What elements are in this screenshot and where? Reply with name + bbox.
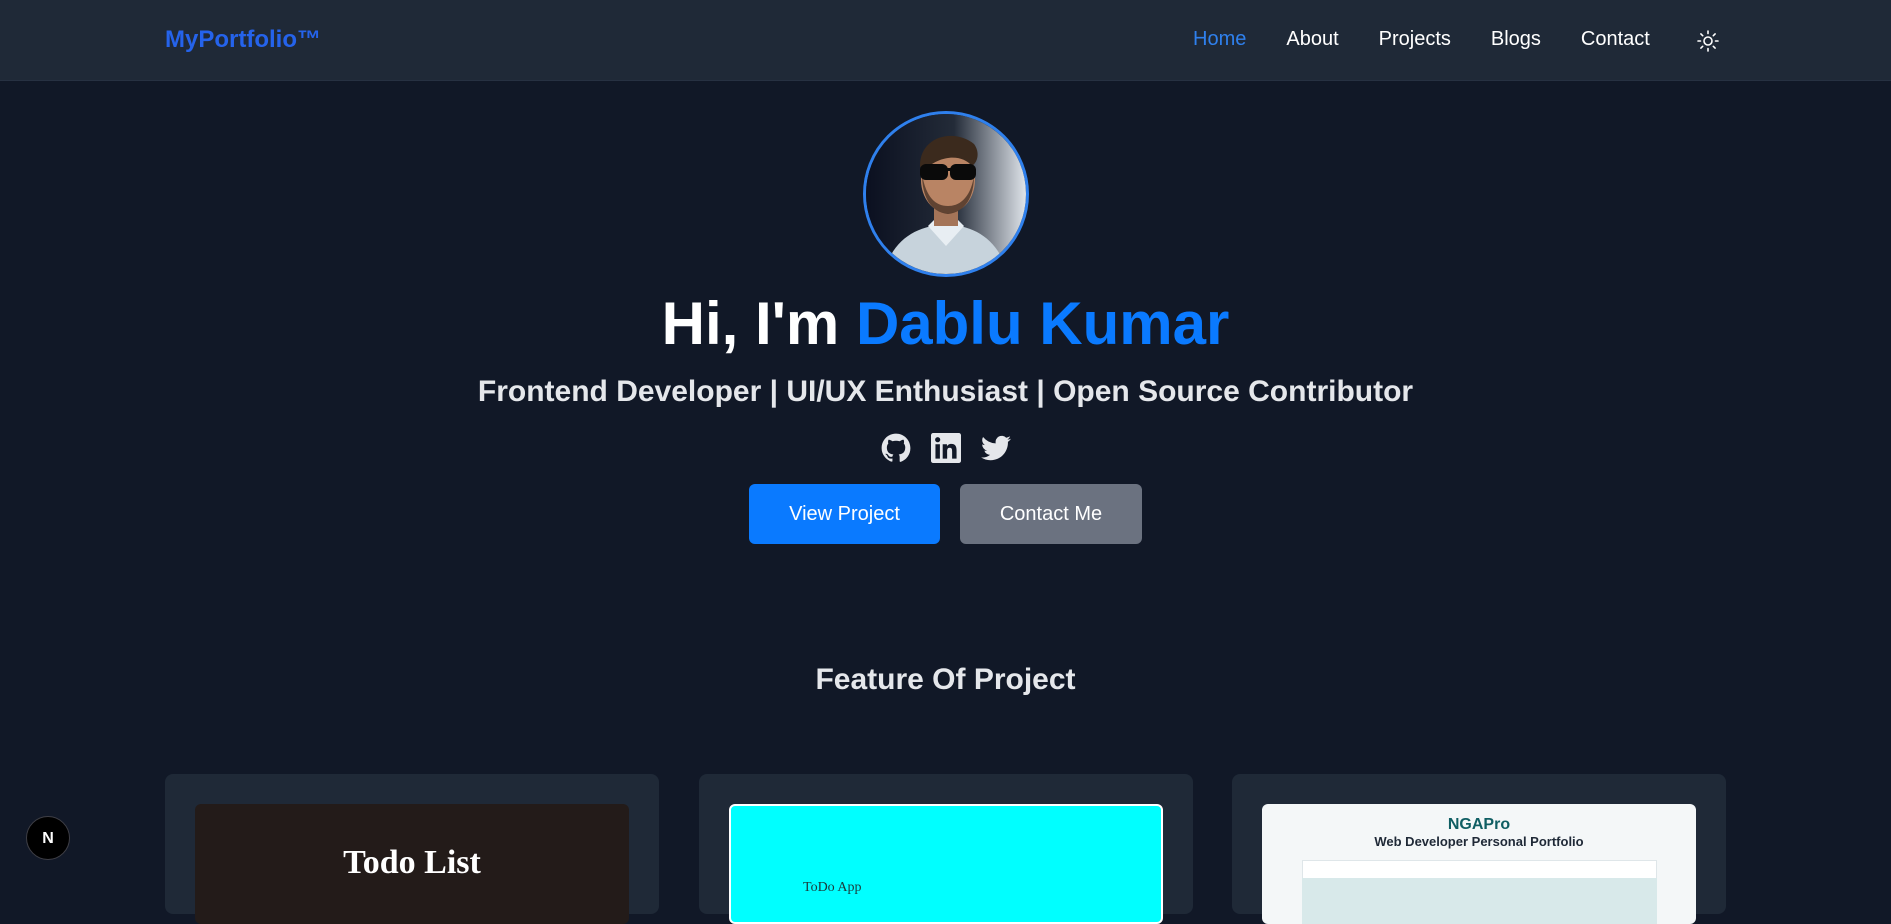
contact-me-button[interactable]: Contact Me bbox=[960, 484, 1142, 544]
github-icon bbox=[881, 433, 910, 462]
cta-row: View Project Contact Me bbox=[749, 484, 1142, 544]
github-link[interactable] bbox=[881, 433, 911, 463]
thumbnail-title: ToDo App bbox=[803, 880, 862, 895]
nav-link-home[interactable]: Home bbox=[1193, 28, 1246, 50]
linkedin-link[interactable] bbox=[930, 433, 961, 463]
project-thumbnail: NGAPro Web Developer Personal Portfolio bbox=[1262, 804, 1696, 924]
view-project-button[interactable]: View Project bbox=[749, 484, 940, 544]
thumbnail-subtitle: Web Developer Personal Portfolio bbox=[1374, 834, 1584, 849]
project-thumbnail: ToDo App bbox=[729, 804, 1163, 924]
brand-logo[interactable]: MyPortfolio™ bbox=[165, 26, 321, 54]
nav-link-contact[interactable]: Contact bbox=[1581, 28, 1650, 50]
nextjs-dev-badge[interactable]: N bbox=[26, 816, 70, 860]
hero-headline: Hi, I'm Dablu Kumar bbox=[0, 291, 1891, 357]
nav-links: Home About Projects Blogs Contact bbox=[1193, 28, 1650, 51]
nav-link-about[interactable]: About bbox=[1286, 28, 1338, 50]
navbar: MyPortfolio™ Home About Projects Blogs C… bbox=[0, 0, 1891, 81]
thumbnail-logo: NGAPro bbox=[1447, 816, 1511, 833]
project-card-todo-app[interactable]: ToDo App bbox=[699, 774, 1193, 924]
nextjs-letter: N bbox=[42, 830, 54, 847]
nav-link-projects[interactable]: Projects bbox=[1379, 28, 1451, 50]
project-thumbnail: Todo List bbox=[195, 804, 629, 924]
hero-greeting: Hi, I'm bbox=[661, 290, 856, 357]
nav-link-blogs[interactable]: Blogs bbox=[1491, 28, 1541, 50]
twitter-icon bbox=[980, 435, 1011, 461]
thumbnail-title: Todo List bbox=[343, 844, 481, 881]
project-card-todo-list[interactable]: Todo List bbox=[165, 774, 659, 924]
project-card-portfolio[interactable]: NGAPro Web Developer Personal Portfolio bbox=[1232, 774, 1726, 924]
hero-subtitle: Frontend Developer | UI/UX Enthusiast | … bbox=[477, 375, 1414, 408]
sun-icon bbox=[1697, 30, 1719, 52]
twitter-link[interactable] bbox=[980, 433, 1011, 463]
featured-projects-title: Feature Of Project bbox=[815, 663, 1076, 696]
hero-name: Dablu Kumar bbox=[855, 290, 1230, 357]
theme-toggle-button[interactable] bbox=[1696, 29, 1720, 53]
profile-photo bbox=[866, 114, 1026, 274]
social-links bbox=[0, 433, 1891, 463]
profile-avatar bbox=[863, 111, 1029, 277]
linkedin-icon bbox=[930, 433, 961, 463]
nextjs-icon: N bbox=[42, 830, 54, 847]
